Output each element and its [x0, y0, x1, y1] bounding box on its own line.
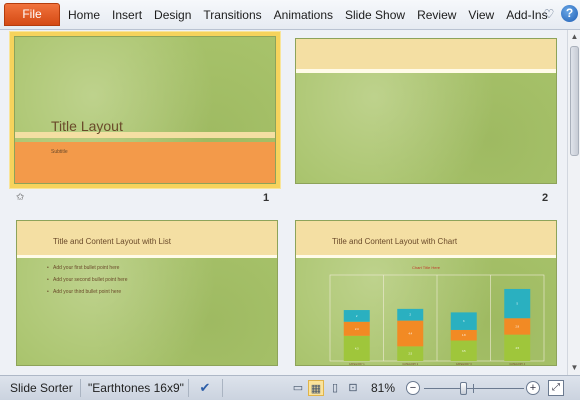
minimize-ribbon-icon[interactable]: ♡	[542, 7, 556, 21]
slide-1-transition-icon[interactable]: ✩	[16, 192, 24, 203]
chart-title: Chart Title Here	[412, 265, 441, 270]
zoom-out-icon[interactable]: −	[406, 381, 420, 395]
slide-3-canvas: Title and Content Layout with List Add y…	[16, 220, 278, 366]
tab-home[interactable]: Home	[62, 0, 106, 30]
slide-3-bullet-3: Add your third bullet point here	[47, 289, 121, 295]
chart-data-label: 4.5	[516, 347, 520, 350]
tab-view[interactable]: View	[462, 0, 500, 30]
chart-category-label: CATEGORY 2	[402, 363, 418, 366]
status-divider	[222, 379, 223, 397]
tab-insert[interactable]: Insert	[106, 0, 148, 30]
tab-review[interactable]: Review	[411, 0, 462, 30]
slide-thumbnail-1[interactable]: Title Layout Subtitle	[10, 32, 280, 188]
slide-1-title: Title Layout	[51, 118, 123, 134]
fit-to-window-icon[interactable]: ⤢	[548, 380, 564, 396]
chart-category-label: CATEGORY 4	[509, 363, 525, 366]
status-bar: Slide Sorter "Earthtones 16x9" ✔ ▭ ▦ ▯ ⊡…	[0, 375, 580, 400]
tab-animations[interactable]: Animations	[268, 0, 339, 30]
slide-2-divider	[296, 69, 556, 73]
zoom-slider-center-tick	[473, 384, 474, 393]
chart-data-label: 2.8	[516, 325, 520, 328]
chart-category-label: CATEGORY 3	[456, 363, 472, 366]
scrollbar-thumb[interactable]	[570, 46, 579, 156]
zoom-in-icon[interactable]: +	[526, 381, 540, 395]
chart-data-label: 1.8	[462, 334, 466, 337]
status-divider	[80, 379, 81, 397]
slide-show-view-icon[interactable]: ⊡	[345, 380, 361, 396]
reading-view-icon[interactable]: ▯	[327, 380, 343, 396]
slide-sorter-pane: Title Layout Subtitle ✩ 1 2 Title and Co…	[0, 30, 567, 375]
theme-name-label: "Earthtones 16x9"	[88, 381, 184, 395]
slide-2-canvas	[295, 38, 557, 184]
tab-transitions[interactable]: Transitions	[197, 0, 267, 30]
slide-3-divider	[17, 255, 277, 258]
scroll-up-icon[interactable]: ▲	[569, 31, 580, 43]
slide-sorter-view-icon[interactable]: ▦	[308, 380, 324, 396]
slide-thumbnail-2[interactable]	[295, 38, 557, 184]
slide-1-canvas: Title Layout Subtitle	[14, 36, 276, 184]
tab-slide-show[interactable]: Slide Show	[339, 0, 411, 30]
slide-2-number: 2	[542, 192, 549, 204]
chart-category-label: CATEGORY 1	[349, 363, 365, 366]
slide-thumbnail-4[interactable]: Title and Content Layout with Chart Char…	[295, 220, 557, 366]
slide-1-number: 1	[263, 192, 270, 204]
spell-check-icon[interactable]: ✔	[197, 380, 213, 396]
slide-3-bullet-1: Add your first bullet point here	[47, 265, 119, 271]
ribbon-tab-bar: File Home Insert Design Transitions Anim…	[0, 0, 580, 30]
chart-data-label: 4.3	[355, 347, 359, 350]
zoom-level[interactable]: 81%	[371, 381, 395, 395]
scroll-down-icon[interactable]: ▼	[569, 362, 580, 374]
vertical-scrollbar[interactable]: ▲ ▼	[567, 30, 580, 375]
file-tab[interactable]: File	[4, 3, 60, 26]
chart-data-label: 4.4	[409, 332, 413, 335]
zoom-slider-thumb[interactable]	[459, 382, 467, 395]
ribbon-tabs: Home Insert Design Transitions Animation…	[62, 0, 554, 30]
slide-4-canvas: Title and Content Layout with Chart Char…	[295, 220, 557, 366]
status-divider	[188, 379, 189, 397]
slide-thumbnail-3[interactable]: Title and Content Layout with List Add y…	[16, 220, 278, 366]
chart-data-label: 3.5	[462, 350, 466, 353]
tab-design[interactable]: Design	[148, 0, 197, 30]
chart-data-label: 2.5	[409, 353, 413, 356]
normal-view-icon[interactable]: ▭	[290, 380, 306, 396]
zoom-slider-track[interactable]	[424, 388, 524, 389]
slide-2-header-band	[296, 39, 556, 69]
slide-4-chart: Chart Title Here 4.32.42CATEGORY 12.54.4…	[329, 265, 545, 366]
help-icon[interactable]: ?	[561, 5, 578, 22]
chart-data-label: 2.4	[355, 328, 359, 331]
slide-3-title: Title and Content Layout with List	[53, 237, 171, 246]
slide-3-bullet-2: Add your second bullet point here	[47, 277, 127, 283]
slide-1-subtitle: Subtitle	[51, 149, 68, 155]
view-name-label: Slide Sorter	[10, 381, 73, 395]
